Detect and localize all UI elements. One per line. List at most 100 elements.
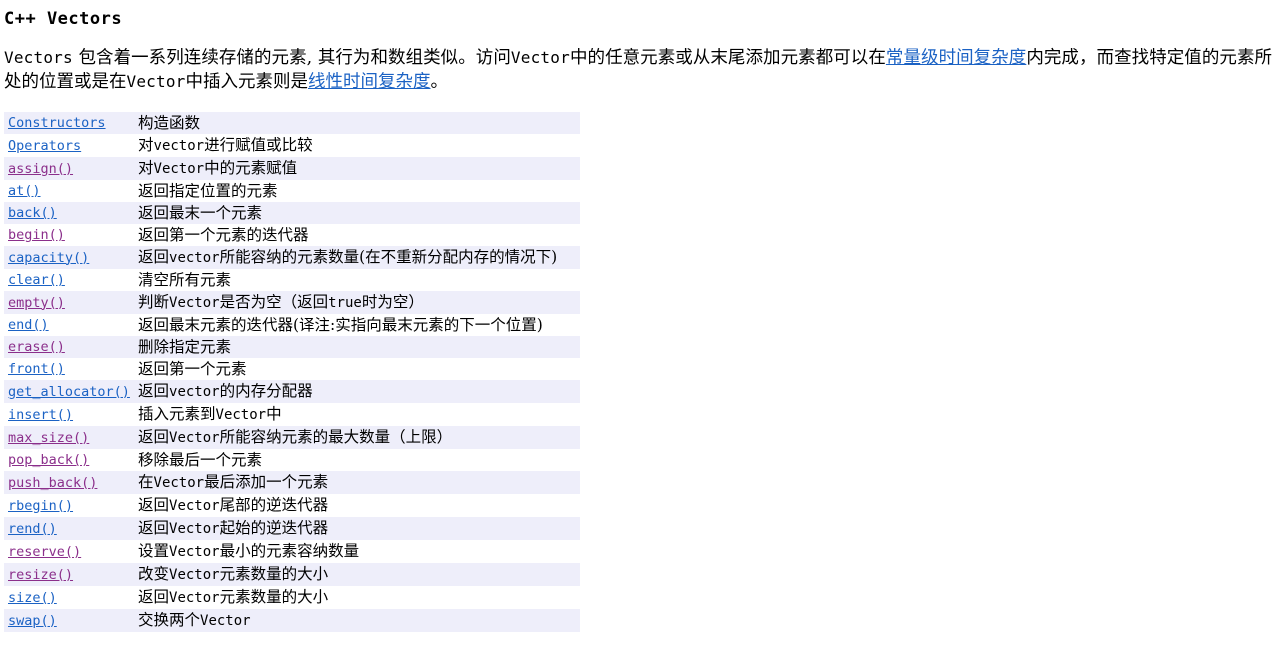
table-row: reserve() 设置Vector最小的元素容纳数量 xyxy=(4,540,580,563)
member-link-constructors[interactable]: Constructors xyxy=(8,115,106,131)
description-text: 返回指定位置的元素 xyxy=(138,182,278,200)
vector-member-table: Constructors 构造函数 Operators 对vector进行赋值或比较 a… xyxy=(4,112,580,632)
member-name-cell: clear() xyxy=(4,269,132,291)
description-code-term: Vector xyxy=(169,521,220,537)
description-text: 清空所有元素 xyxy=(138,271,232,289)
member-link-push-back[interactable]: push_back() xyxy=(8,475,97,491)
member-description-cell: 返回vector的内存分配器 xyxy=(132,380,580,403)
table-row: clear() 清空所有元素 xyxy=(4,269,580,291)
member-name-cell: Operators xyxy=(4,134,132,157)
member-description-cell: 对Vector中的元素赋值 xyxy=(132,157,580,180)
description-text: 起始的逆迭代器 xyxy=(219,519,329,537)
member-name-cell: rbegin() xyxy=(4,494,132,517)
member-link-max-size[interactable]: max_size() xyxy=(8,430,89,446)
description-text: 返回 xyxy=(138,519,170,537)
description-text: 返回 xyxy=(138,382,170,400)
table-row: assign() 对Vector中的元素赋值 xyxy=(4,157,580,180)
member-description-cell: 构造函数 xyxy=(132,112,580,134)
member-description-cell: 返回Vector起始的逆迭代器 xyxy=(132,517,580,540)
member-name-cell: rend() xyxy=(4,517,132,540)
member-link-rend[interactable]: rend() xyxy=(8,521,57,537)
description-code-term: Vector xyxy=(169,590,220,606)
table-row: Constructors 构造函数 xyxy=(4,112,580,134)
member-link-operators[interactable]: Operators xyxy=(8,138,81,154)
member-name-cell: insert() xyxy=(4,403,132,426)
description-code-term: true xyxy=(328,295,362,311)
description-code-term: vector xyxy=(169,250,220,266)
intro-text: 中插入元素则是 xyxy=(185,72,309,92)
member-name-cell: assign() xyxy=(4,157,132,180)
description-text: 设置 xyxy=(138,542,170,560)
member-link-rbegin[interactable]: rbegin() xyxy=(8,498,73,514)
description-text: 返回 xyxy=(138,496,170,514)
member-link-empty[interactable]: empty() xyxy=(8,295,65,311)
intro-code-term: Vector xyxy=(126,72,186,91)
intro-link-0[interactable]: 常量级时间复杂度 xyxy=(886,48,1026,68)
table-row: max_size() 返回Vector所能容纳元素的最大数量（上限） xyxy=(4,426,580,449)
description-code-term: Vector xyxy=(200,613,251,629)
member-link-get-allocator[interactable]: get_allocator() xyxy=(8,384,130,400)
member-name-cell: resize() xyxy=(4,563,132,586)
member-name-cell: get_allocator() xyxy=(4,380,132,403)
member-description-cell: 判断Vector是否为空（返回true时为空） xyxy=(132,291,580,314)
description-text: 进行赋值或比较 xyxy=(204,136,313,154)
description-text: 所能容纳元素的最大数量（上限） xyxy=(219,428,453,446)
description-code-term: vector xyxy=(169,384,220,400)
member-link-back[interactable]: back() xyxy=(8,205,57,221)
member-name-cell: front() xyxy=(4,358,132,380)
member-description-cell: 返回指定位置的元素 xyxy=(132,180,580,202)
description-text: 交换两个 xyxy=(138,611,201,629)
member-description-cell: 返回最末一个元素 xyxy=(132,202,580,224)
table-row: erase() 删除指定元素 xyxy=(4,336,580,358)
member-link-begin[interactable]: begin() xyxy=(8,227,65,243)
description-code-term: Vector xyxy=(169,544,220,560)
description-text: 返回 xyxy=(138,588,170,606)
member-name-cell: pop_back() xyxy=(4,449,132,471)
member-link-erase[interactable]: erase() xyxy=(8,339,65,355)
table-row: push_back() 在Vector最后添加一个元素 xyxy=(4,471,580,494)
member-description-cell: 对vector进行赋值或比较 xyxy=(132,134,580,157)
intro-link-1[interactable]: 线性时间复杂度 xyxy=(308,72,431,92)
description-text: 尾部的逆迭代器 xyxy=(219,496,329,514)
member-description-cell: 删除指定元素 xyxy=(132,336,580,358)
table-row: begin() 返回第一个元素的迭代器 xyxy=(4,224,580,246)
member-description-cell: 返回Vector元素数量的大小 xyxy=(132,586,580,609)
member-link-end[interactable]: end() xyxy=(8,317,49,333)
member-link-size[interactable]: size() xyxy=(8,590,57,606)
description-text: 返回最末元素的迭代器(译注:实指向最末元素的下一个位置) xyxy=(138,316,543,334)
member-link-insert[interactable]: insert() xyxy=(8,407,73,423)
intro-code-term: Vector xyxy=(510,48,570,67)
vector-member-table-body: Constructors 构造函数 Operators 对vector进行赋值或比较 a… xyxy=(4,112,580,632)
member-description-cell: 改变Vector元素数量的大小 xyxy=(132,563,580,586)
description-code-term: Vector xyxy=(169,567,220,583)
member-name-cell: back() xyxy=(4,202,132,224)
description-text: 在 xyxy=(138,473,154,491)
member-name-cell: Constructors xyxy=(4,112,132,134)
description-text: 返回 xyxy=(138,428,170,446)
description-code-term: Vector xyxy=(169,498,220,514)
description-text: 删除指定元素 xyxy=(138,338,232,356)
table-row: capacity() 返回vector所能容纳的元素数量(在不重新分配内存的情况下… xyxy=(4,246,580,269)
member-link-capacity[interactable]: capacity() xyxy=(8,250,89,266)
member-link-pop-back[interactable]: pop_back() xyxy=(8,452,89,468)
member-link-resize[interactable]: resize() xyxy=(8,567,73,583)
description-text: 中的元素赋值 xyxy=(204,159,298,177)
member-name-cell: capacity() xyxy=(4,246,132,269)
description-text: 改变 xyxy=(138,565,170,583)
table-row: front() 返回第一个元素 xyxy=(4,358,580,380)
member-link-swap[interactable]: swap() xyxy=(8,613,57,629)
member-link-front[interactable]: front() xyxy=(8,361,65,377)
member-name-cell: end() xyxy=(4,314,132,336)
member-link-assign[interactable]: assign() xyxy=(8,161,73,177)
member-link-clear[interactable]: clear() xyxy=(8,272,65,288)
intro-code-term: Vectors xyxy=(4,48,73,67)
description-text: 插入元素到 xyxy=(138,405,216,423)
description-text: 最小的元素容纳数量 xyxy=(219,542,360,560)
member-description-cell: 返回最末元素的迭代器(译注:实指向最末元素的下一个位置) xyxy=(132,314,580,336)
document-page: C++ Vectors Vectors 包含着一系列连续存储的元素, 其行为和数… xyxy=(0,0,1276,646)
member-link-at[interactable]: at() xyxy=(8,183,41,199)
member-description-cell: 在Vector最后添加一个元素 xyxy=(132,471,580,494)
member-link-reserve[interactable]: reserve() xyxy=(8,544,81,560)
description-text: 移除最后一个元素 xyxy=(138,451,263,469)
member-name-cell: push_back() xyxy=(4,471,132,494)
